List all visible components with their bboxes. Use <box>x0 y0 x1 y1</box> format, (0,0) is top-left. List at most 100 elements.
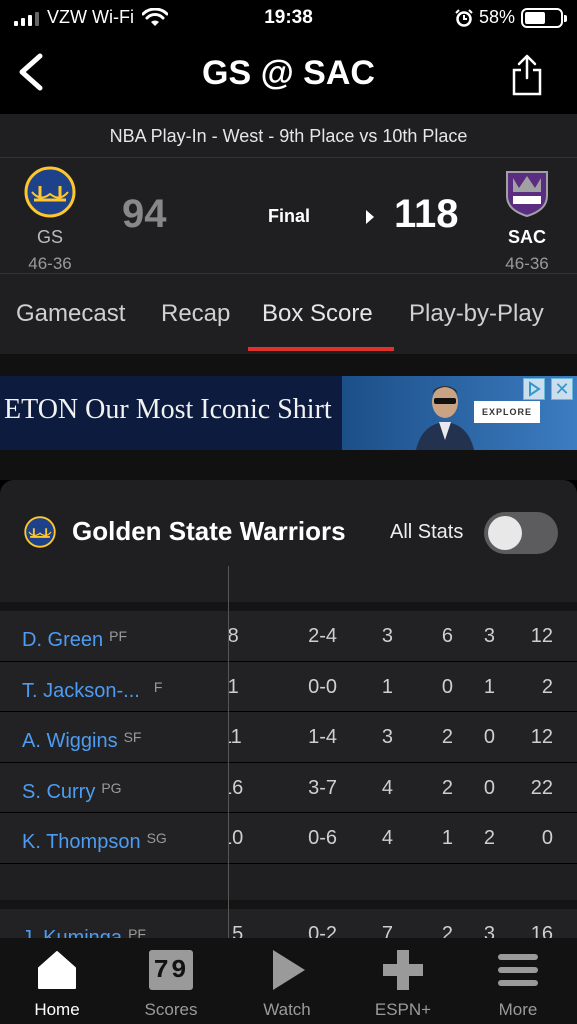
stat-pf: 0 <box>483 726 495 748</box>
nav-more[interactable]: More <box>468 948 568 1020</box>
stat-fg: -1 <box>229 675 239 698</box>
battery-percent: 58% <box>478 7 515 27</box>
scoreboard-icon: 79 <box>149 950 193 990</box>
stat-ast: 2 <box>441 922 453 941</box>
battery-fill <box>525 11 545 24</box>
nav-watch-label: Watch <box>263 1000 311 1019</box>
active-tab-indicator <box>248 347 394 351</box>
stat-pts: 22 <box>530 776 553 799</box>
game-status: Final <box>267 206 310 226</box>
table-row: D. Green PF -8 2-4 3 6 3 12 <box>0 611 577 662</box>
home-icon <box>38 951 76 989</box>
stat-ast: 1 <box>441 827 453 849</box>
alarm-icon <box>455 8 473 27</box>
nav-home-label: Home <box>34 1000 80 1019</box>
table-row: S. Curry PG 16 3-7 4 2 0 22 <box>0 762 577 813</box>
team-name: Golden State Warriors <box>72 516 346 546</box>
stats-table: STARTERS FG 3PT REB AST PF PTS D. GreenP… <box>0 566 577 940</box>
box-score-card: Golden State Warriors All Stats STARTERS… <box>0 480 577 940</box>
stat-3pt: 2-4 <box>308 625 337 647</box>
nav-header: GS @ SAC <box>0 36 577 114</box>
stat-fg: 16 <box>229 776 244 799</box>
battery-icon <box>521 7 567 28</box>
home-abbr: SAC <box>507 227 546 247</box>
player-position: PG <box>101 779 122 796</box>
stat-pf: 1 <box>483 675 495 698</box>
nav-more-label: More <box>498 1000 538 1019</box>
all-stats-toggle[interactable] <box>484 512 558 554</box>
kings-logo-icon <box>506 171 548 218</box>
stat-3pt: 0-6 <box>308 827 337 849</box>
all-stats-label: All Stats <box>390 521 464 543</box>
tab-play-by-play[interactable]: Play-by-Play <box>409 300 544 328</box>
bottom-nav: Home 79 Scores Watch ESPN+ More <box>0 938 577 1024</box>
player-position: F <box>153 678 163 695</box>
stat-3pt: 0-2 <box>308 922 337 941</box>
nav-scores[interactable]: 79 Scores <box>121 948 221 1020</box>
tab-gamecast[interactable]: Gamecast <box>16 300 125 328</box>
stat-fg: -8 <box>229 625 239 647</box>
tab-box-score[interactable]: Box Score <box>262 300 373 328</box>
ad-close-icon[interactable]: ✕ <box>551 378 573 400</box>
nav-watch[interactable]: Watch <box>237 948 337 1020</box>
ad-explore-button[interactable]: EXPLORE <box>474 401 540 423</box>
team-header: Golden State Warriors All Stats <box>0 480 577 566</box>
scoreboard: GS 46-36 94 Final 118 SAC 46-36 <box>0 158 577 274</box>
player-link[interactable]: T. Jackson-... <box>22 680 140 702</box>
stat-pts: 16 <box>530 922 553 941</box>
away-team[interactable]: GS 46-36 <box>10 166 90 274</box>
home-team[interactable]: SAC 46-36 <box>487 166 567 274</box>
menu-icon <box>498 954 538 986</box>
ad-banner[interactable]: ETON Our Most Iconic Shirt EXPLORE ✕ <box>0 376 577 450</box>
stat-ast: 0 <box>441 675 453 698</box>
status-bar: VZW Wi-Fi 19:38 58% <box>0 0 577 36</box>
player-position: PF <box>109 628 128 644</box>
player-link[interactable]: K. Thompson <box>22 831 141 853</box>
play-icon <box>273 950 305 990</box>
stat-reb: 1 <box>381 675 393 698</box>
ad-headline: ETON Our Most Iconic Shirt <box>4 394 332 425</box>
home-score: 118 <box>394 192 459 236</box>
nav-espn-plus[interactable]: ESPN+ <box>353 948 453 1020</box>
away-score: 94 <box>122 192 167 236</box>
player-link[interactable]: A. Wiggins <box>22 730 118 752</box>
player-position: SF <box>123 729 142 745</box>
nav-scores-label: Scores <box>144 1000 198 1019</box>
table-row: J. KumingaPF 15 0-2 7 2 3 16 <box>0 908 577 941</box>
table-row: K. Thompson SG 10 0-6 4 1 2 0 <box>0 813 577 864</box>
stat-ast: 6 <box>441 625 453 647</box>
adchoices-icon[interactable] <box>523 378 545 400</box>
stat-3pt: 0-0 <box>308 675 337 698</box>
home-record: 46-36 <box>505 254 549 273</box>
stat-reb: 4 <box>381 776 393 799</box>
tab-recap[interactable]: Recap <box>161 300 230 328</box>
player-link[interactable]: D. Green <box>22 629 103 651</box>
stat-fg: 11 <box>229 726 242 748</box>
stat-pts: 2 <box>541 675 553 698</box>
stat-reb: 7 <box>381 922 393 941</box>
warriors-logo-icon <box>24 166 76 218</box>
frozen-column-divider <box>228 566 229 940</box>
stat-pts: 12 <box>530 625 553 647</box>
share-icon[interactable] <box>511 52 543 96</box>
game-subtitle: NBA Play-In - West - 9th Place vs 10th P… <box>0 114 577 158</box>
stat-pf: 2 <box>483 827 495 849</box>
stat-ast: 2 <box>441 776 453 799</box>
stat-pf: 3 <box>483 922 495 941</box>
game-tabs: Gamecast Recap Box Score Play-by-Play <box>0 274 577 354</box>
stat-3pt: 1-4 <box>308 726 337 748</box>
stat-3pt: 3-7 <box>308 776 337 799</box>
nav-home[interactable]: Home <box>7 948 107 1020</box>
away-abbr: GS <box>36 227 63 247</box>
stat-pf: 0 <box>483 776 495 799</box>
stat-reb: 3 <box>381 625 393 647</box>
stat-pts: 0 <box>541 827 553 849</box>
stat-fg: 10 <box>229 827 244 849</box>
player-link[interactable]: S. Curry <box>22 781 95 803</box>
ad-model-image <box>416 386 474 450</box>
stat-reb: 3 <box>381 726 393 748</box>
warriors-logo-icon <box>24 516 56 548</box>
stat-ast: 2 <box>441 726 453 748</box>
stat-pf: 3 <box>483 625 495 647</box>
toggle-knob <box>488 516 522 550</box>
